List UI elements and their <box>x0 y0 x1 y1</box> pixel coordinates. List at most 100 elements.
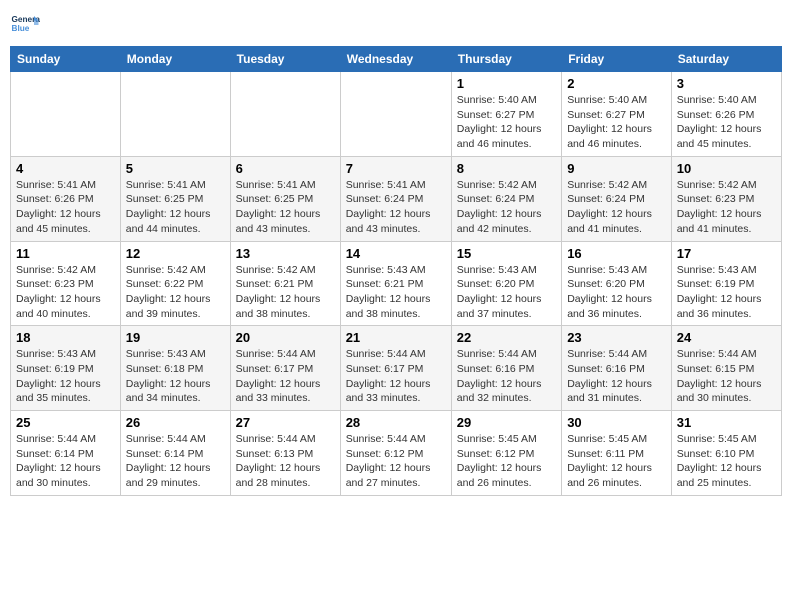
day-number: 22 <box>457 330 556 345</box>
day-info: Sunrise: 5:42 AM Sunset: 6:22 PM Dayligh… <box>126 263 225 322</box>
day-info: Sunrise: 5:43 AM Sunset: 6:21 PM Dayligh… <box>346 263 446 322</box>
day-info: Sunrise: 5:44 AM Sunset: 6:14 PM Dayligh… <box>16 432 115 491</box>
day-info: Sunrise: 5:45 AM Sunset: 6:11 PM Dayligh… <box>567 432 666 491</box>
day-number: 17 <box>677 246 776 261</box>
day-info: Sunrise: 5:44 AM Sunset: 6:15 PM Dayligh… <box>677 347 776 406</box>
day-number: 1 <box>457 76 556 91</box>
day-number: 24 <box>677 330 776 345</box>
calendar-cell: 10Sunrise: 5:42 AM Sunset: 6:23 PM Dayli… <box>671 156 781 241</box>
day-info: Sunrise: 5:44 AM Sunset: 6:12 PM Dayligh… <box>346 432 446 491</box>
calendar-cell: 8 Sunrise: 5:42 AM Sunset: 6:24 PM Daylig… <box>451 156 561 241</box>
calendar-cell <box>230 72 340 157</box>
day-info: Sunrise: 5:43 AM Sunset: 6:20 PM Dayligh… <box>457 263 556 322</box>
day-info: Sunrise: 5:44 AM Sunset: 6:17 PM Dayligh… <box>236 347 335 406</box>
day-number: 29 <box>457 415 556 430</box>
calendar-cell: 1 Sunrise: 5:40 AM Sunset: 6:27 PM Daylig… <box>451 72 561 157</box>
calendar-cell: 6Sunrise: 5:41 AM Sunset: 6:25 PM Daylig… <box>230 156 340 241</box>
day-info: Sunrise: 5:44 AM Sunset: 6:16 PM Dayligh… <box>567 347 666 406</box>
calendar-cell: 24 Sunrise: 5:44 AM Sunset: 6:15 PM Dayli… <box>671 326 781 411</box>
day-number: 11 <box>16 246 115 261</box>
calendar-cell: 12 Sunrise: 5:42 AM Sunset: 6:22 PM Dayli… <box>120 241 230 326</box>
day-number: 9 <box>567 161 666 176</box>
calendar-cell: 11 Sunrise: 5:42 AM Sunset: 6:23 PM Dayli… <box>11 241 121 326</box>
calendar-week: 1 Sunrise: 5:40 AM Sunset: 6:27 PM Daylig… <box>11 72 782 157</box>
calendar-cell: 27 Sunrise: 5:44 AM Sunset: 6:13 PM Dayli… <box>230 411 340 496</box>
calendar-week: 18 Sunrise: 5:43 AM Sunset: 6:19 PM Dayli… <box>11 326 782 411</box>
day-number: 7 <box>346 161 446 176</box>
day-info: Sunrise: 5:40 AM Sunset: 6:27 PM Dayligh… <box>567 93 666 152</box>
day-number: 19 <box>126 330 225 345</box>
day-number: 18 <box>16 330 115 345</box>
day-number: 2 <box>567 76 666 91</box>
calendar-cell: 18 Sunrise: 5:43 AM Sunset: 6:19 PM Dayli… <box>11 326 121 411</box>
weekday-header: Monday <box>120 47 230 72</box>
calendar-cell: 21Sunrise: 5:44 AM Sunset: 6:17 PM Dayli… <box>340 326 451 411</box>
calendar-cell <box>120 72 230 157</box>
day-info: Sunrise: 5:42 AM Sunset: 6:21 PM Dayligh… <box>236 263 335 322</box>
day-number: 28 <box>346 415 446 430</box>
day-info: Sunrise: 5:44 AM Sunset: 6:13 PM Dayligh… <box>236 432 335 491</box>
calendar-cell <box>11 72 121 157</box>
calendar-cell: 7 Sunrise: 5:41 AM Sunset: 6:24 PM Daylig… <box>340 156 451 241</box>
day-number: 20 <box>236 330 335 345</box>
calendar-week: 4Sunrise: 5:41 AM Sunset: 6:26 PM Daylig… <box>11 156 782 241</box>
day-number: 27 <box>236 415 335 430</box>
day-info: Sunrise: 5:44 AM Sunset: 6:17 PM Dayligh… <box>346 347 446 406</box>
calendar-cell: 26Sunrise: 5:44 AM Sunset: 6:14 PM Dayli… <box>120 411 230 496</box>
calendar-cell: 14 Sunrise: 5:43 AM Sunset: 6:21 PM Dayli… <box>340 241 451 326</box>
calendar-header: SundayMondayTuesdayWednesdayThursdayFrid… <box>11 47 782 72</box>
weekday-header: Tuesday <box>230 47 340 72</box>
day-info: Sunrise: 5:41 AM Sunset: 6:25 PM Dayligh… <box>126 178 225 237</box>
weekday-header: Friday <box>562 47 672 72</box>
calendar-cell: 3Sunrise: 5:40 AM Sunset: 6:26 PM Daylig… <box>671 72 781 157</box>
calendar-cell: 9Sunrise: 5:42 AM Sunset: 6:24 PM Daylig… <box>562 156 672 241</box>
day-info: Sunrise: 5:43 AM Sunset: 6:18 PM Dayligh… <box>126 347 225 406</box>
day-info: Sunrise: 5:44 AM Sunset: 6:14 PM Dayligh… <box>126 432 225 491</box>
day-info: Sunrise: 5:43 AM Sunset: 6:19 PM Dayligh… <box>677 263 776 322</box>
day-info: Sunrise: 5:41 AM Sunset: 6:24 PM Dayligh… <box>346 178 446 237</box>
day-info: Sunrise: 5:43 AM Sunset: 6:19 PM Dayligh… <box>16 347 115 406</box>
day-number: 12 <box>126 246 225 261</box>
day-number: 15 <box>457 246 556 261</box>
calendar-cell: 16 Sunrise: 5:43 AM Sunset: 6:20 PM Dayli… <box>562 241 672 326</box>
logo: General Blue <box>10 10 40 40</box>
day-number: 30 <box>567 415 666 430</box>
day-info: Sunrise: 5:40 AM Sunset: 6:26 PM Dayligh… <box>677 93 776 152</box>
weekday-header: Wednesday <box>340 47 451 72</box>
day-info: Sunrise: 5:42 AM Sunset: 6:23 PM Dayligh… <box>16 263 115 322</box>
weekday-header: Saturday <box>671 47 781 72</box>
day-number: 14 <box>346 246 446 261</box>
weekday-header: Thursday <box>451 47 561 72</box>
day-number: 10 <box>677 161 776 176</box>
day-info: Sunrise: 5:44 AM Sunset: 6:16 PM Dayligh… <box>457 347 556 406</box>
calendar-cell: 30 Sunrise: 5:45 AM Sunset: 6:11 PM Dayli… <box>562 411 672 496</box>
calendar-cell: 28 Sunrise: 5:44 AM Sunset: 6:12 PM Dayli… <box>340 411 451 496</box>
calendar-cell: 25 Sunrise: 5:44 AM Sunset: 6:14 PM Dayli… <box>11 411 121 496</box>
calendar-week: 25 Sunrise: 5:44 AM Sunset: 6:14 PM Dayli… <box>11 411 782 496</box>
calendar-cell: 17 Sunrise: 5:43 AM Sunset: 6:19 PM Dayli… <box>671 241 781 326</box>
day-number: 16 <box>567 246 666 261</box>
calendar-cell <box>340 72 451 157</box>
day-number: 31 <box>677 415 776 430</box>
day-number: 23 <box>567 330 666 345</box>
calendar-cell: 20 Sunrise: 5:44 AM Sunset: 6:17 PM Dayli… <box>230 326 340 411</box>
calendar-cell: 19 Sunrise: 5:43 AM Sunset: 6:18 PM Dayli… <box>120 326 230 411</box>
day-number: 5 <box>126 161 225 176</box>
day-number: 8 <box>457 161 556 176</box>
calendar-cell: 23 Sunrise: 5:44 AM Sunset: 6:16 PM Dayli… <box>562 326 672 411</box>
calendar-cell: 13Sunrise: 5:42 AM Sunset: 6:21 PM Dayli… <box>230 241 340 326</box>
calendar-cell: 4Sunrise: 5:41 AM Sunset: 6:26 PM Daylig… <box>11 156 121 241</box>
calendar-cell: 22 Sunrise: 5:44 AM Sunset: 6:16 PM Dayli… <box>451 326 561 411</box>
header: General Blue <box>10 10 782 40</box>
day-info: Sunrise: 5:42 AM Sunset: 6:24 PM Dayligh… <box>457 178 556 237</box>
day-info: Sunrise: 5:45 AM Sunset: 6:12 PM Dayligh… <box>457 432 556 491</box>
calendar-cell: 31Sunrise: 5:45 AM Sunset: 6:10 PM Dayli… <box>671 411 781 496</box>
logo-icon: General Blue <box>10 10 40 40</box>
calendar: SundayMondayTuesdayWednesdayThursdayFrid… <box>10 46 782 496</box>
calendar-cell: 5 Sunrise: 5:41 AM Sunset: 6:25 PM Daylig… <box>120 156 230 241</box>
day-info: Sunrise: 5:43 AM Sunset: 6:20 PM Dayligh… <box>567 263 666 322</box>
day-info: Sunrise: 5:40 AM Sunset: 6:27 PM Dayligh… <box>457 93 556 152</box>
weekday-header: Sunday <box>11 47 121 72</box>
calendar-week: 11 Sunrise: 5:42 AM Sunset: 6:23 PM Dayli… <box>11 241 782 326</box>
day-number: 25 <box>16 415 115 430</box>
